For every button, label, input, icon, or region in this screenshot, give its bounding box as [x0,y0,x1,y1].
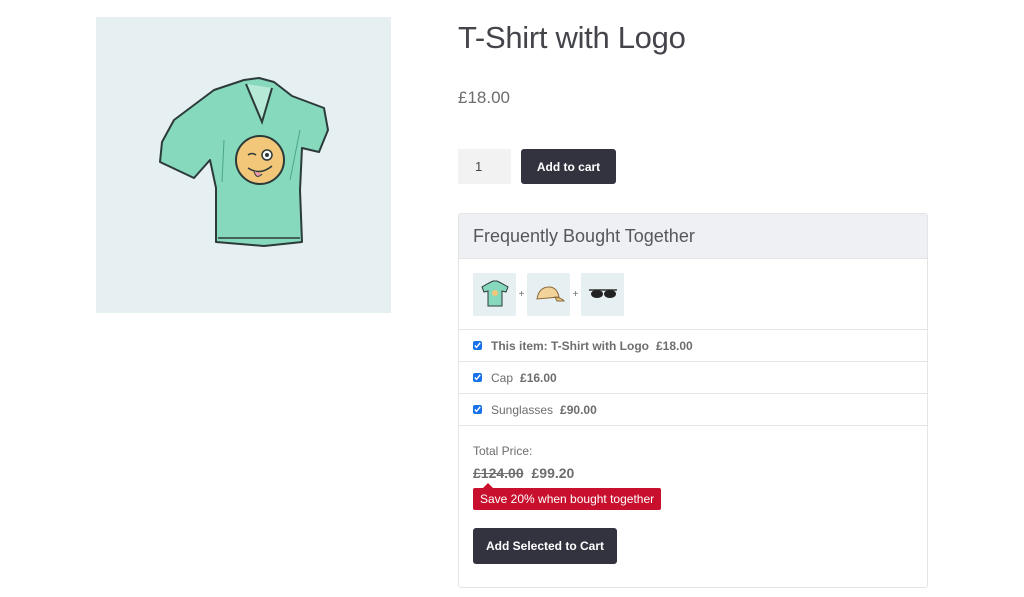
plus-sign: + [518,288,525,300]
fbt-title: Frequently Bought Together [459,214,927,259]
fbt-item-tshirt: This item: T-Shirt with Logo £18.00 [459,330,927,362]
fbt-item-price: £18.00 [656,338,693,353]
plus-sign: + [572,288,579,300]
fbt-thumbnails: + + [459,259,927,330]
tshirt-image-icon [158,77,329,247]
total-discounted-price: £99.20 [531,465,575,481]
fbt-item-cap: Cap £16.00 [459,362,927,394]
add-selected-to-cart-button[interactable]: Add Selected to Cart [473,528,617,564]
total-price-label: Total Price: [473,444,533,458]
total-prices: £124.00 £99.20 [473,465,913,481]
fbt-item-price: £16.00 [520,370,557,385]
quantity-input[interactable] [458,149,511,184]
product-title: T-Shirt with Logo [458,20,686,55]
fbt-item-name: This item: T-Shirt with Logo [491,338,649,353]
product-price: £18.00 [458,88,510,107]
total-block: Total Price: £124.00 £99.20 Save 20% whe… [459,426,927,564]
product-image[interactable] [96,17,391,313]
sunglasses-thumbnail[interactable] [581,272,624,316]
total-original-price: £124.00 [473,465,524,481]
tshirt-icon [480,280,509,307]
tshirt-thumbnail[interactable] [473,272,516,316]
fbt-item-sunglasses: Sunglasses £90.00 [459,394,927,426]
fbt-checkbox-sunglasses[interactable] [473,405,482,414]
cap-icon [535,286,565,302]
sunglasses-icon [588,289,617,298]
add-to-cart-button[interactable]: Add to cart [521,149,616,184]
fbt-checkbox-tshirt[interactable] [473,341,482,350]
cap-thumbnail[interactable] [527,272,570,316]
fbt-checkbox-cap[interactable] [473,373,482,382]
fbt-item-price: £90.00 [560,402,597,417]
fbt-item-name: Sunglasses [491,402,554,417]
frequently-bought-together-panel: Frequently Bought Together + + This item… [458,213,928,588]
save-badge: Save 20% when bought together [473,483,662,510]
fbt-item-name: Cap [491,370,514,385]
